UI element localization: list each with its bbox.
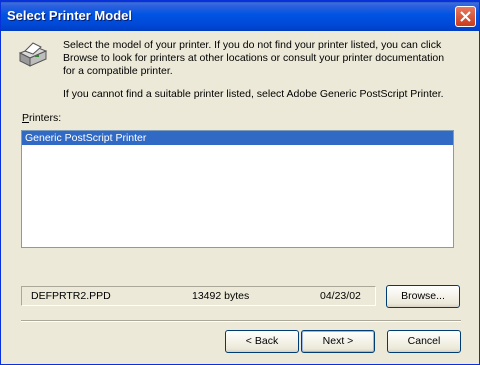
file-size: 13492 bytes (192, 290, 250, 302)
file-date: 04/23/02 (320, 290, 361, 302)
printer-icon (18, 42, 48, 67)
printers-label: Printers: (22, 112, 61, 124)
next-button[interactable]: Next > (301, 330, 375, 353)
close-icon (460, 11, 471, 22)
description-hint: If you cannot find a suitable printer li… (63, 88, 444, 100)
close-button[interactable] (455, 6, 476, 27)
file-info-panel: DEFPRTR2.PPD 13492 bytes 04/23/02 (21, 286, 376, 306)
back-button[interactable]: < Back (225, 330, 299, 353)
printers-label-rest: rinters: (29, 112, 62, 124)
printers-listbox[interactable]: Generic PostScript Printer (21, 130, 454, 248)
browse-button[interactable]: Browse... (386, 285, 460, 308)
description-line: for a compatible printer. (63, 65, 173, 77)
separator (21, 320, 461, 322)
description-text: Select the model of your printer. If you… (63, 39, 463, 78)
window-title: Select Printer Model (7, 8, 132, 23)
file-name: DEFPRTR2.PPD (31, 290, 111, 302)
title-bar[interactable]: Select Printer Model (1, 1, 479, 31)
select-printer-model-dialog: Select Printer Model Select the model of… (0, 0, 480, 365)
list-item[interactable]: Generic PostScript Printer (22, 131, 453, 145)
cancel-button[interactable]: Cancel (387, 330, 461, 353)
printers-label-mnemonic: P (22, 112, 30, 124)
description-line: Select the model of your printer. If you… (63, 39, 442, 51)
description-line: Browse to look for printers at other loc… (63, 52, 445, 64)
